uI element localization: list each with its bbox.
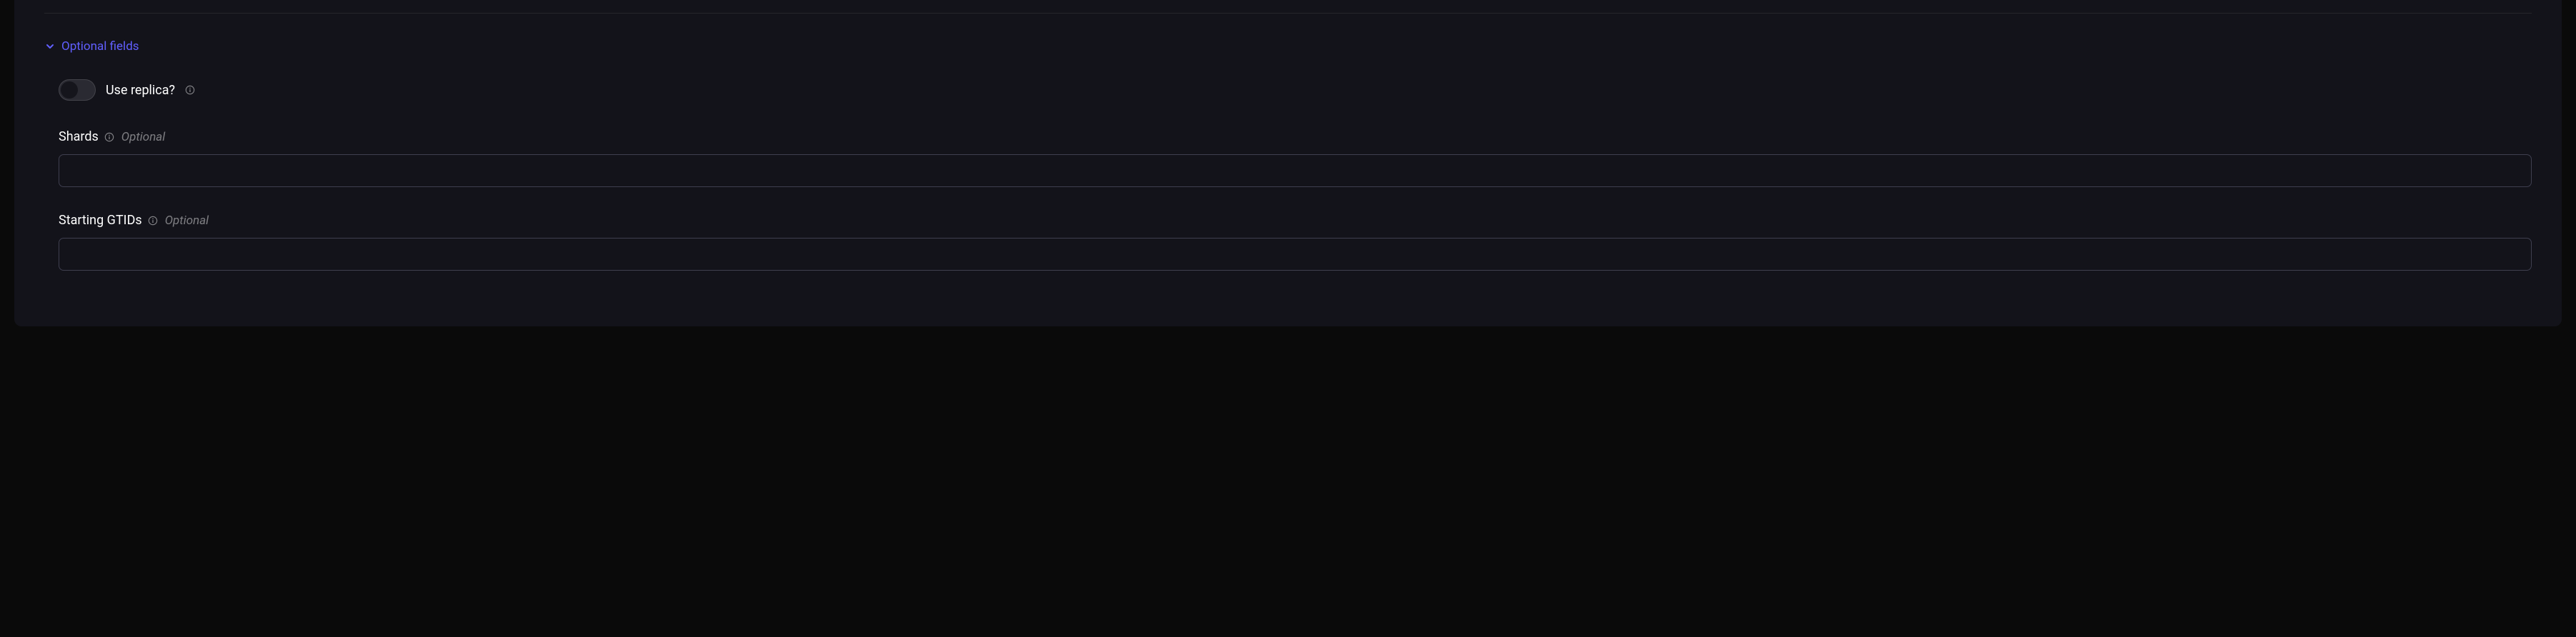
shards-optional-tag: Optional: [121, 130, 166, 144]
info-icon[interactable]: [104, 132, 114, 142]
use-replica-toggle[interactable]: [59, 79, 96, 101]
toggle-knob: [61, 81, 78, 99]
use-replica-row: Use replica?: [59, 79, 2532, 101]
use-replica-label: Use replica?: [106, 83, 175, 98]
optional-fields-container: Use replica? Shards Op: [44, 54, 2532, 271]
chevron-down-icon: [44, 41, 56, 52]
shards-label: Shards: [59, 129, 99, 144]
settings-panel: Optional fields Use replica? Shards: [14, 0, 2562, 326]
shards-input[interactable]: [59, 154, 2532, 187]
starting-gtids-field-group: Starting GTIDs Optional: [59, 213, 2532, 271]
starting-gtids-label-row: Starting GTIDs Optional: [59, 213, 2532, 228]
optional-fields-label: Optional fields: [61, 39, 139, 54]
info-icon[interactable]: [148, 216, 158, 226]
section-divider: [44, 13, 2532, 14]
info-icon[interactable]: [185, 85, 195, 95]
starting-gtids-input[interactable]: [59, 238, 2532, 271]
starting-gtids-optional-tag: Optional: [165, 214, 209, 228]
shards-field-group: Shards Optional: [59, 129, 2532, 187]
starting-gtids-label: Starting GTIDs: [59, 213, 142, 228]
shards-label-row: Shards Optional: [59, 129, 2532, 144]
optional-fields-toggle[interactable]: Optional fields: [44, 39, 2532, 54]
